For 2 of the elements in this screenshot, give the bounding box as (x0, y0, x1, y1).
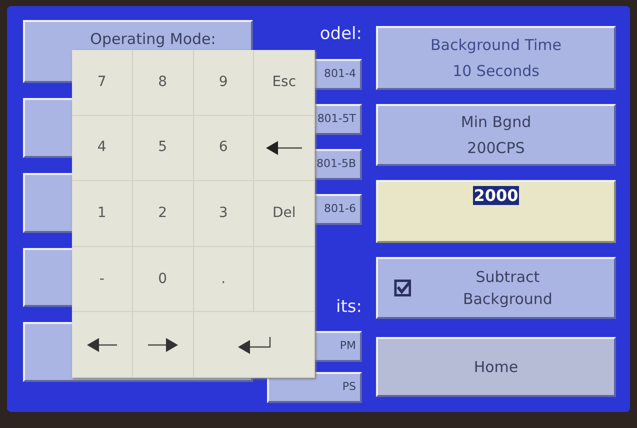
units-label: its: (335, 296, 362, 319)
model-label: odel: (318, 23, 362, 46)
